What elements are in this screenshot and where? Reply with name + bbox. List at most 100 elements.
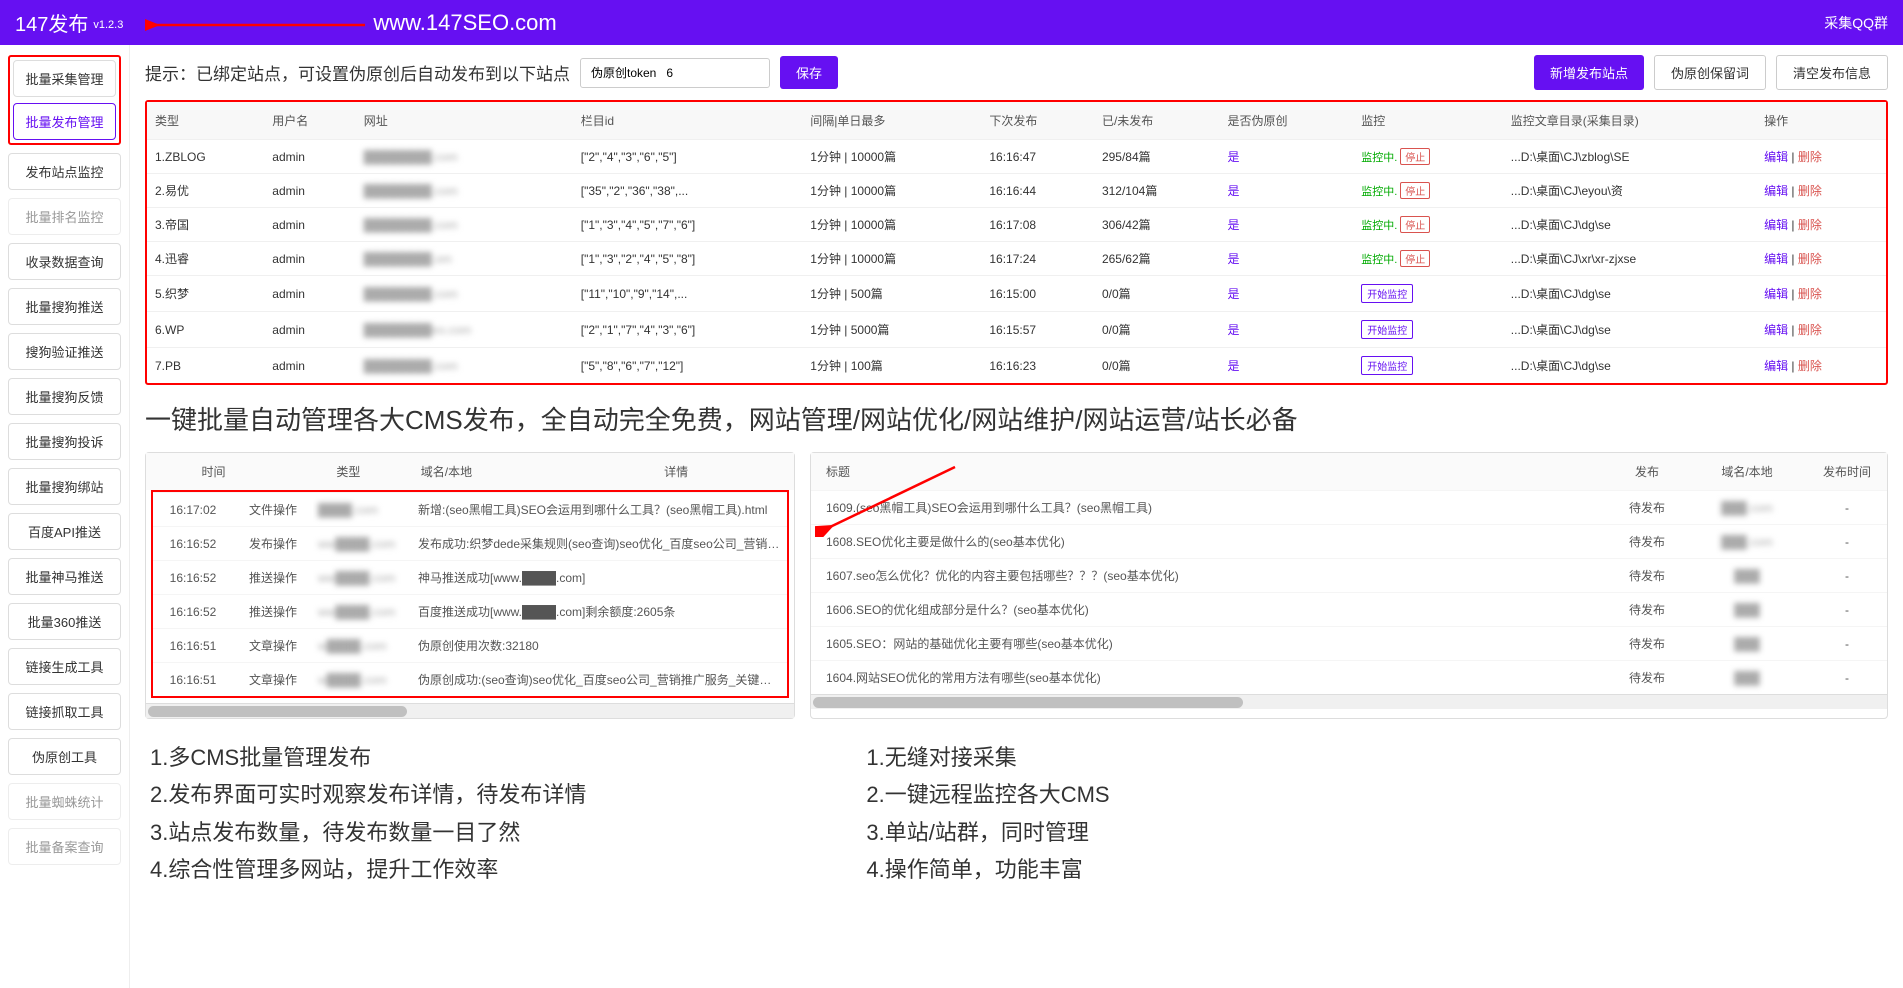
sidebar-item-1: 批量排名监控 [8,198,121,235]
log-row: 16:16:51文章操作w████.com伪原创使用次数:32180 [153,629,787,663]
delete-link[interactable]: 删除 [1798,218,1822,232]
col-header: 标题 [811,453,1607,491]
col-header: 发布 [1607,453,1687,491]
log-row: 16:16:52发布操作ww████.com发布成功:织梦dede采集规则(se… [153,527,787,561]
sidebar-item-10[interactable]: 批量360推送 [8,603,121,640]
keep-words-button[interactable]: 伪原创保留词 [1654,55,1766,90]
col-header: 栏目id [573,102,803,140]
table-row: 7.PBadmin████████.com["5","8","6","7","1… [147,348,1886,384]
sidebar-item-publish-manage[interactable]: 批量发布管理 [13,103,116,140]
start-monitor-button[interactable]: 开始监控 [1361,320,1413,339]
delete-link[interactable]: 删除 [1798,252,1822,266]
feature-left: 1.多CMS批量管理发布2.发布界面可实时观察发布详情，待发布详情3.站点发布数… [150,739,586,889]
col-header: 是否伪原创 [1220,102,1354,140]
token-input[interactable] [580,58,770,88]
tip-row: 提示：已绑定站点，可设置伪原创后自动发布到以下站点 保存 新增发布站点 伪原创保… [145,55,1888,90]
monitor-status: 监控中. [1361,186,1397,198]
sidebar-item-3[interactable]: 批量搜狗推送 [8,288,121,325]
col-header: 下次发布 [981,102,1094,140]
monitor-status: 监控中. [1361,152,1397,164]
main-table-wrap: 类型用户名网址栏目id间隔|单日最多下次发布已/未发布是否伪原创监控监控文章目录… [145,100,1888,385]
sidebar-item-collect-manage[interactable]: 批量采集管理 [13,60,116,97]
col-header: 类型 [281,453,416,490]
queue-table: 标题发布域名/本地发布时间 1609.(seo黑帽工具)SEO会运用到哪什么工具… [811,453,1887,694]
header-domain: www.147SEO.com [373,10,556,36]
col-header: 发布时间 [1807,453,1887,491]
delete-link[interactable]: 删除 [1798,323,1822,337]
feature-row: 1.多CMS批量管理发布2.发布界面可实时观察发布详情，待发布详情3.站点发布数… [145,739,1888,889]
monitor-status: 监控中. [1361,220,1397,232]
edit-link[interactable]: 编辑 [1764,323,1788,337]
col-header: 域名/本地 [1687,453,1807,491]
sidebar-item-9[interactable]: 批量神马推送 [8,558,121,595]
sidebar-item-12[interactable]: 链接抓取工具 [8,693,121,730]
col-header: 已/未发布 [1094,102,1220,140]
col-header: 网址 [356,102,573,140]
edit-link[interactable]: 编辑 [1764,150,1788,164]
sidebar-item-15: 批量备案查询 [8,828,121,865]
delete-link[interactable]: 删除 [1798,359,1822,373]
monitor-status: 监控中. [1361,254,1397,266]
save-button[interactable]: 保存 [780,56,838,89]
col-header: 用户名 [264,102,355,140]
sidebar-highlight-group: 批量采集管理 批量发布管理 [8,55,121,145]
sidebar-item-11[interactable]: 链接生成工具 [8,648,121,685]
log-row: 16:17:02文件操作████.com新增:(seo黑帽工具)SEO会运用到哪… [153,493,787,527]
sidebar-item-2[interactable]: 收录数据查询 [8,243,121,280]
col-header: 间隔|单日最多 [802,102,981,140]
log-row: 16:16:52推送操作ww████.com百度推送成功[www.████.co… [153,595,787,629]
col-header: 监控文章目录(采集目录) [1503,102,1756,140]
stop-button[interactable]: 停止 [1400,216,1430,233]
table-row: 2.易优admin████████.com["35","2","36","38"… [147,174,1886,208]
stop-button[interactable]: 停止 [1400,250,1430,267]
col-header: 监控 [1353,102,1503,140]
sidebar-item-6[interactable]: 批量搜狗投诉 [8,423,121,460]
table-row: 3.帝国admin████████.com["1","3","4","5","7… [147,208,1886,242]
log-panel: 时间类型域名/本地详情 16:17:02文件操作████.com新增:(seo黑… [145,452,795,719]
col-header: 时间 [146,453,281,490]
log-row: 16:16:52推送操作ww████.com神马推送成功[www.████.co… [153,561,787,595]
sidebar-item-4[interactable]: 搜狗验证推送 [8,333,121,370]
stop-button[interactable]: 停止 [1400,148,1430,165]
edit-link[interactable]: 编辑 [1764,184,1788,198]
sidebar: 批量采集管理 批量发布管理 发布站点监控批量排名监控收录数据查询批量搜狗推送搜狗… [0,45,130,988]
feature-right: 1.无缝对接采集2.一键远程监控各大CMS3.单站/站群，同时管理4.操作简单，… [866,739,1109,889]
qq-group-link[interactable]: 采集QQ群 [1824,13,1888,33]
delete-link[interactable]: 删除 [1798,287,1822,301]
col-header: 域名/本地 [416,453,659,490]
add-site-button[interactable]: 新增发布站点 [1534,55,1644,90]
queue-row: 1607.seo怎么优化？优化的内容主要包括哪些？？？(seo基本优化)待发布█… [811,559,1887,593]
log-row: 16:16:51文章操作w████.com伪原创成功:(seo查询)seo优化_… [153,663,787,697]
start-monitor-button[interactable]: 开始监控 [1361,284,1413,303]
table-row: 4.迅睿admin████████.om["1","3","2","4","5"… [147,242,1886,276]
edit-link[interactable]: 编辑 [1764,359,1788,373]
delete-link[interactable]: 删除 [1798,184,1822,198]
sidebar-item-7[interactable]: 批量搜狗绑站 [8,468,121,505]
sidebar-item-13[interactable]: 伪原创工具 [8,738,121,775]
queue-row: 1605.SEO：网站的基础优化主要有哪些(seo基本优化)待发布███- [811,627,1887,661]
log-scrollbar[interactable] [146,703,794,718]
section-heading: 一键批量自动管理各大CMS发布，全自动完全免费，网站管理/网站优化/网站维护/网… [145,400,1888,437]
sidebar-item-5[interactable]: 批量搜狗反馈 [8,378,121,415]
clear-info-button[interactable]: 清空发布信息 [1776,55,1888,90]
edit-link[interactable]: 编辑 [1764,287,1788,301]
queue-row: 1606.SEO的优化组成部分是什么？(seo基本优化)待发布███- [811,593,1887,627]
queue-scrollbar[interactable] [811,694,1887,709]
edit-link[interactable]: 编辑 [1764,218,1788,232]
edit-link[interactable]: 编辑 [1764,252,1788,266]
start-monitor-button[interactable]: 开始监控 [1361,356,1413,375]
table-row: 5.织梦admin████████.com["11","10","9","14"… [147,276,1886,312]
sidebar-item-14: 批量蜘蛛统计 [8,783,121,820]
queue-row: 1609.(seo黑帽工具)SEO会运用到哪什么工具？(seo黑帽工具)待发布█… [811,491,1887,525]
sidebar-item-0[interactable]: 发布站点监控 [8,153,121,190]
sidebar-item-8[interactable]: 百度API推送 [8,513,121,550]
table-row: 6.WPadmin████████eo.com["2","1","7","4",… [147,312,1886,348]
log-table: 时间类型域名/本地详情 [146,453,794,490]
app-title: 147发布 [15,8,88,37]
col-header: 操作 [1756,102,1886,140]
stop-button[interactable]: 停止 [1400,182,1430,199]
queue-panel: 标题发布域名/本地发布时间 1609.(seo黑帽工具)SEO会运用到哪什么工具… [810,452,1888,719]
col-header: 类型 [147,102,264,140]
top-bar: 147发布 v1.2.3 www.147SEO.com 采集QQ群 [0,0,1903,45]
delete-link[interactable]: 删除 [1798,150,1822,164]
